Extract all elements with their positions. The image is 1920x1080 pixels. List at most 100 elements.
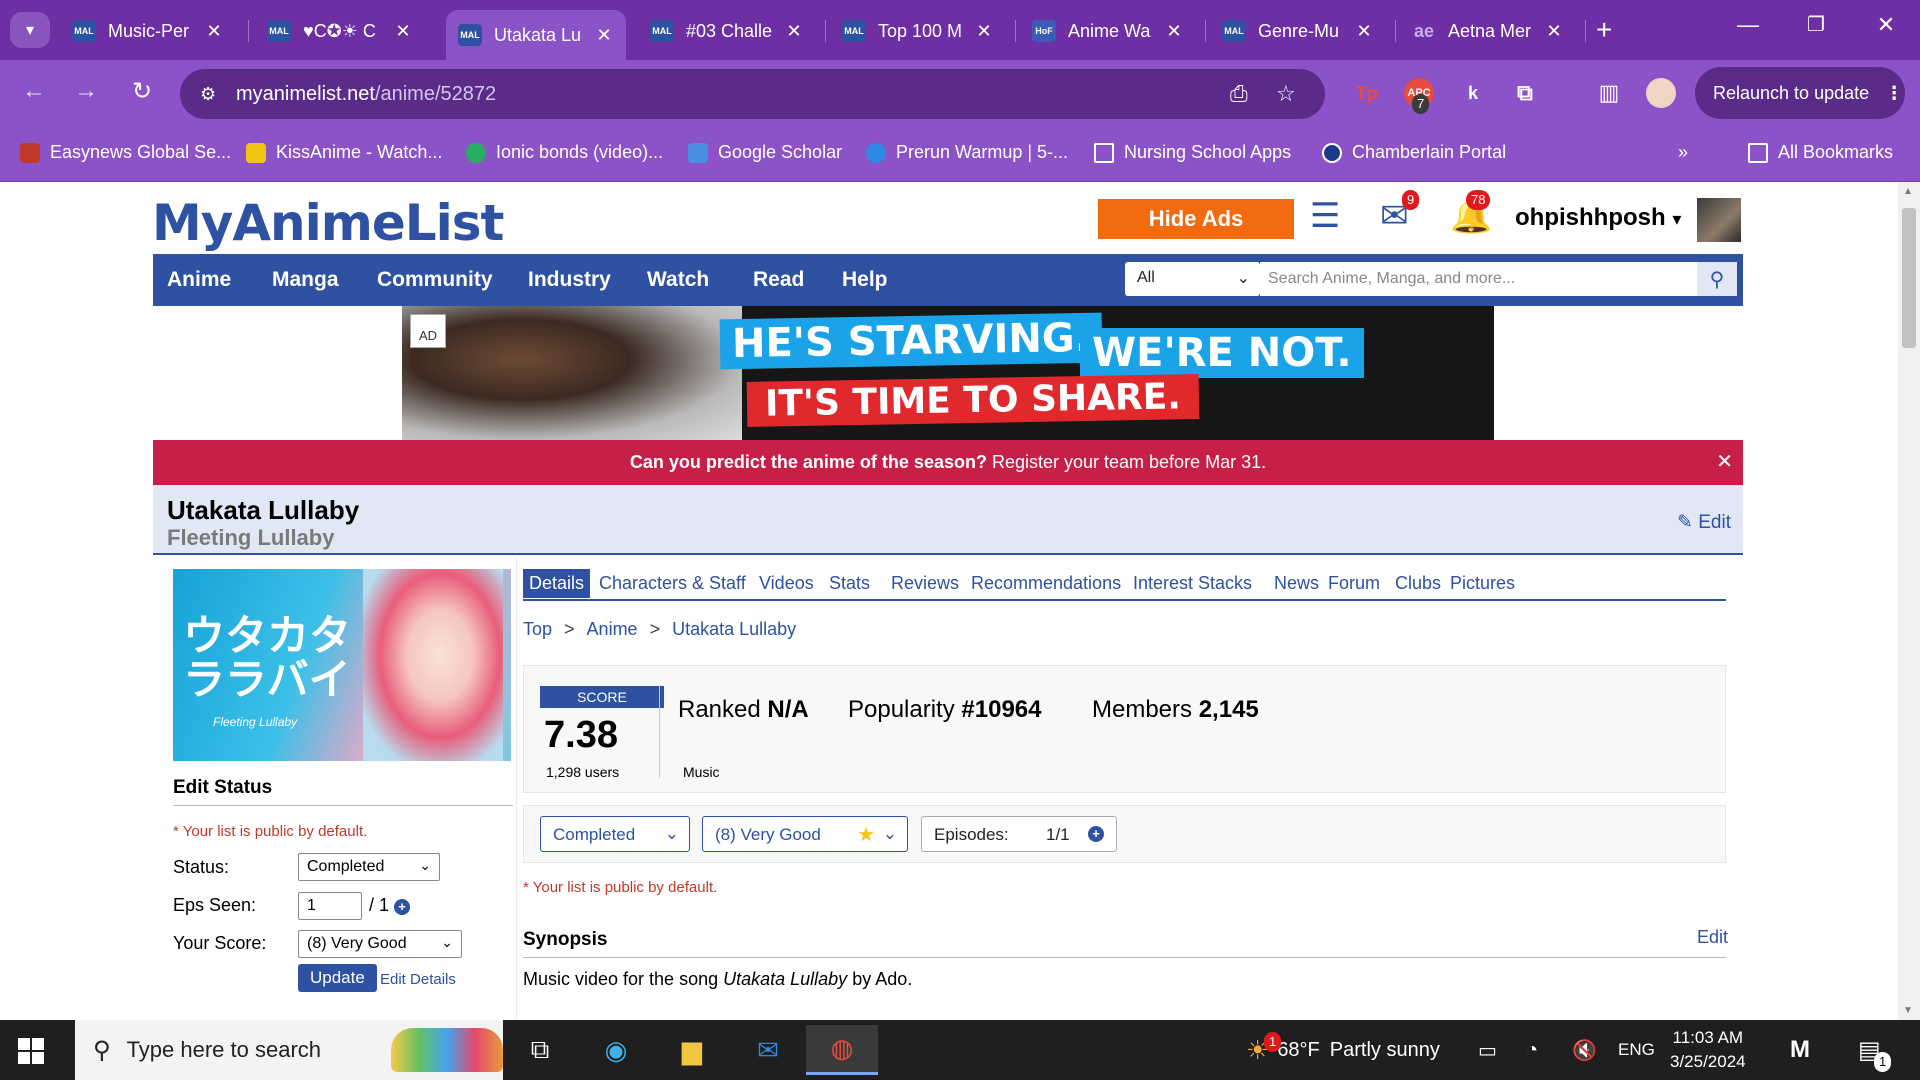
k-extension-icon[interactable]: k xyxy=(1458,78,1488,108)
bookmark-easynews[interactable]: Easynews Global Se... xyxy=(20,142,231,163)
nav-watch[interactable]: Watch xyxy=(647,268,709,292)
mail-app-icon[interactable]: ✉ xyxy=(748,1030,788,1070)
bookmark-folder-nursing[interactable]: Nursing School Apps xyxy=(1094,142,1291,163)
taskbar-search-input[interactable]: ⚲ Type here to search xyxy=(75,1020,503,1080)
nav-help[interactable]: Help xyxy=(842,268,888,292)
search-input[interactable]: Search Anime, Manga, and more... xyxy=(1260,262,1708,296)
scroll-down-icon[interactable]: ▼ xyxy=(1903,1005,1913,1016)
install-app-icon[interactable]: ⎙ xyxy=(1230,81,1248,107)
window-close-button[interactable]: ✕ xyxy=(1866,12,1906,38)
profile-avatar-icon[interactable] xyxy=(1646,78,1676,108)
browser-tab-7[interactable]: MAL Genre-Mu ✕ xyxy=(1210,10,1386,52)
edit-details-link[interactable]: Edit Details xyxy=(380,971,456,988)
username-menu[interactable]: ohpishhposh ▾ xyxy=(1515,204,1681,232)
back-button[interactable]: ← xyxy=(16,77,52,105)
list-status-select[interactable]: Completed ⌄ xyxy=(540,816,690,852)
close-icon[interactable]: ✕ xyxy=(594,25,614,46)
tab-search-button[interactable]: ▾ xyxy=(10,12,50,48)
close-icon[interactable]: ✕ xyxy=(1544,21,1564,42)
close-icon[interactable]: ✕ xyxy=(204,21,224,42)
bookmark-kissanime[interactable]: KissAnime - Watch... xyxy=(246,142,442,163)
search-icon[interactable]: ⚲ xyxy=(1697,262,1737,296)
nav-industry[interactable]: Industry xyxy=(528,268,611,292)
reload-button[interactable]: ↻ xyxy=(124,77,160,106)
new-tab-button[interactable]: + xyxy=(1596,14,1612,46)
media-type[interactable]: Music xyxy=(683,764,720,780)
browser-tab-6[interactable]: HoF Anime Wa ✕ xyxy=(1020,10,1196,52)
nav-community[interactable]: Community xyxy=(377,268,493,292)
tab-stats[interactable]: Stats xyxy=(823,569,876,598)
browser-tab-2[interactable]: MAL ♥C✪☀ C ✕ xyxy=(255,10,425,52)
tab-recommendations[interactable]: Recommendations xyxy=(965,569,1127,598)
tab-forum[interactable]: Forum xyxy=(1322,569,1386,598)
score-select[interactable]: (8) Very Good ⌄ xyxy=(298,930,462,958)
bookmark-chamberlain[interactable]: Chamberlain Portal xyxy=(1322,142,1506,163)
more-vert-icon[interactable]: ⋮ xyxy=(1885,83,1903,104)
breadcrumb-top[interactable]: Top xyxy=(523,619,552,639)
tab-details[interactable]: Details xyxy=(523,569,591,598)
close-icon[interactable]: ✕ xyxy=(1164,21,1184,42)
list-episodes-field[interactable]: Episodes: 1/1 + xyxy=(921,816,1117,852)
breadcrumb-current[interactable]: Utakata Lullaby xyxy=(672,619,796,639)
tab-characters-staff[interactable]: Characters & Staff xyxy=(593,569,752,598)
address-bar[interactable]: ⚙ myanimelist.net/anime/52872 ⎙ ☆ xyxy=(180,69,1325,119)
m-app-icon[interactable]: M xyxy=(1790,1020,1810,1080)
browser-tab-8[interactable]: ae Aetna Mer ✕ xyxy=(1400,10,1576,52)
bookmark-prerun[interactable]: Prerun Warmup | 5-... xyxy=(866,142,1068,163)
close-icon[interactable]: ✕ xyxy=(784,21,804,42)
tab-reviews[interactable]: Reviews xyxy=(885,569,965,598)
tab-clubs[interactable]: Clubs xyxy=(1389,569,1447,598)
scroll-up-icon[interactable]: ▲ xyxy=(1903,186,1913,197)
bookmark-google-scholar[interactable]: Google Scholar xyxy=(688,142,842,163)
bookmarks-overflow-icon[interactable]: » xyxy=(1678,142,1688,163)
increment-episodes-icon[interactable]: + xyxy=(1088,826,1104,842)
nav-manga[interactable]: Manga xyxy=(272,268,339,292)
wifi-icon[interactable]: ◔ xyxy=(1526,1020,1538,1080)
all-bookmarks-button[interactable]: All Bookmarks xyxy=(1748,142,1893,163)
tab-interest-stacks[interactable]: Interest Stacks xyxy=(1127,569,1258,598)
file-explorer-icon[interactable]: ▆ xyxy=(672,1030,712,1070)
minimize-button[interactable]: — xyxy=(1728,12,1768,38)
list-icon[interactable]: ☰ xyxy=(1310,196,1340,236)
hide-ads-button[interactable]: Hide Ads xyxy=(1098,199,1294,239)
close-icon[interactable]: ✕ xyxy=(974,21,994,42)
restore-button[interactable]: ❐ xyxy=(1796,12,1836,37)
tab-videos[interactable]: Videos xyxy=(753,569,820,598)
battery-icon[interactable]: ▭ xyxy=(1478,1020,1497,1080)
mal-logo[interactable]: MyAnimeList xyxy=(152,194,504,252)
relaunch-button[interactable]: Relaunch to update ⋮ xyxy=(1695,67,1905,119)
browser-tab-5[interactable]: MAL Top 100 M ✕ xyxy=(830,10,1006,52)
windows-start-icon[interactable] xyxy=(18,1038,44,1064)
status-select[interactable]: Completed ⌄ xyxy=(298,853,440,881)
tab-news[interactable]: News xyxy=(1268,569,1325,598)
clock[interactable]: 11:03 AM 3/25/2024 xyxy=(1670,1026,1746,1074)
browser-tab-1[interactable]: MAL Music-Per ✕ xyxy=(60,10,236,52)
edge-icon[interactable]: ◉ xyxy=(596,1030,636,1070)
user-avatar[interactable] xyxy=(1697,198,1741,242)
bookmark-star-icon[interactable]: ☆ xyxy=(1276,81,1296,107)
task-view-icon[interactable]: ⧉ xyxy=(520,1030,560,1070)
close-icon[interactable]: ✕ xyxy=(1354,21,1374,42)
extensions-puzzle-icon[interactable]: ⧉ xyxy=(1510,78,1540,108)
page-scrollbar[interactable]: ▲ ▼ xyxy=(1898,182,1920,1020)
increment-eps-icon[interactable]: + xyxy=(394,899,411,915)
scrollbar-thumb[interactable] xyxy=(1902,208,1916,348)
site-info-icon[interactable]: ⚙ xyxy=(200,84,236,105)
bookmark-ionic-bonds[interactable]: Ionic bonds (video)... xyxy=(466,142,663,163)
tab-pictures[interactable]: Pictures xyxy=(1444,569,1521,598)
list-score-select[interactable]: (8) Very Good ★ ⌄ xyxy=(702,816,908,852)
cover-image[interactable]: ウタカタララバイ Fleeting Lullaby xyxy=(173,569,511,761)
edit-title-link[interactable]: ✎ Edit xyxy=(1677,511,1731,534)
edit-synopsis-link[interactable]: Edit xyxy=(1697,927,1728,948)
forward-button[interactable]: → xyxy=(68,77,104,105)
volume-muted-icon[interactable]: 🔇 xyxy=(1572,1020,1597,1080)
score-users[interactable]: 1,298 users xyxy=(546,764,619,780)
side-panel-icon[interactable]: ▥ xyxy=(1594,78,1624,108)
eps-seen-input[interactable]: 1 xyxy=(298,892,362,920)
ad-banner[interactable]: AD HE'S STARVING. WE'RE NOT. IT'S TIME T… xyxy=(402,306,1494,440)
nav-read[interactable]: Read xyxy=(753,268,804,292)
chrome-icon[interactable]: ◍ xyxy=(806,1025,878,1075)
announcement-banner[interactable]: Can you predict the anime of the season?… xyxy=(153,440,1743,485)
search-category-select[interactable]: All ⌄ xyxy=(1125,262,1260,296)
language-indicator[interactable]: ENG xyxy=(1618,1020,1655,1080)
